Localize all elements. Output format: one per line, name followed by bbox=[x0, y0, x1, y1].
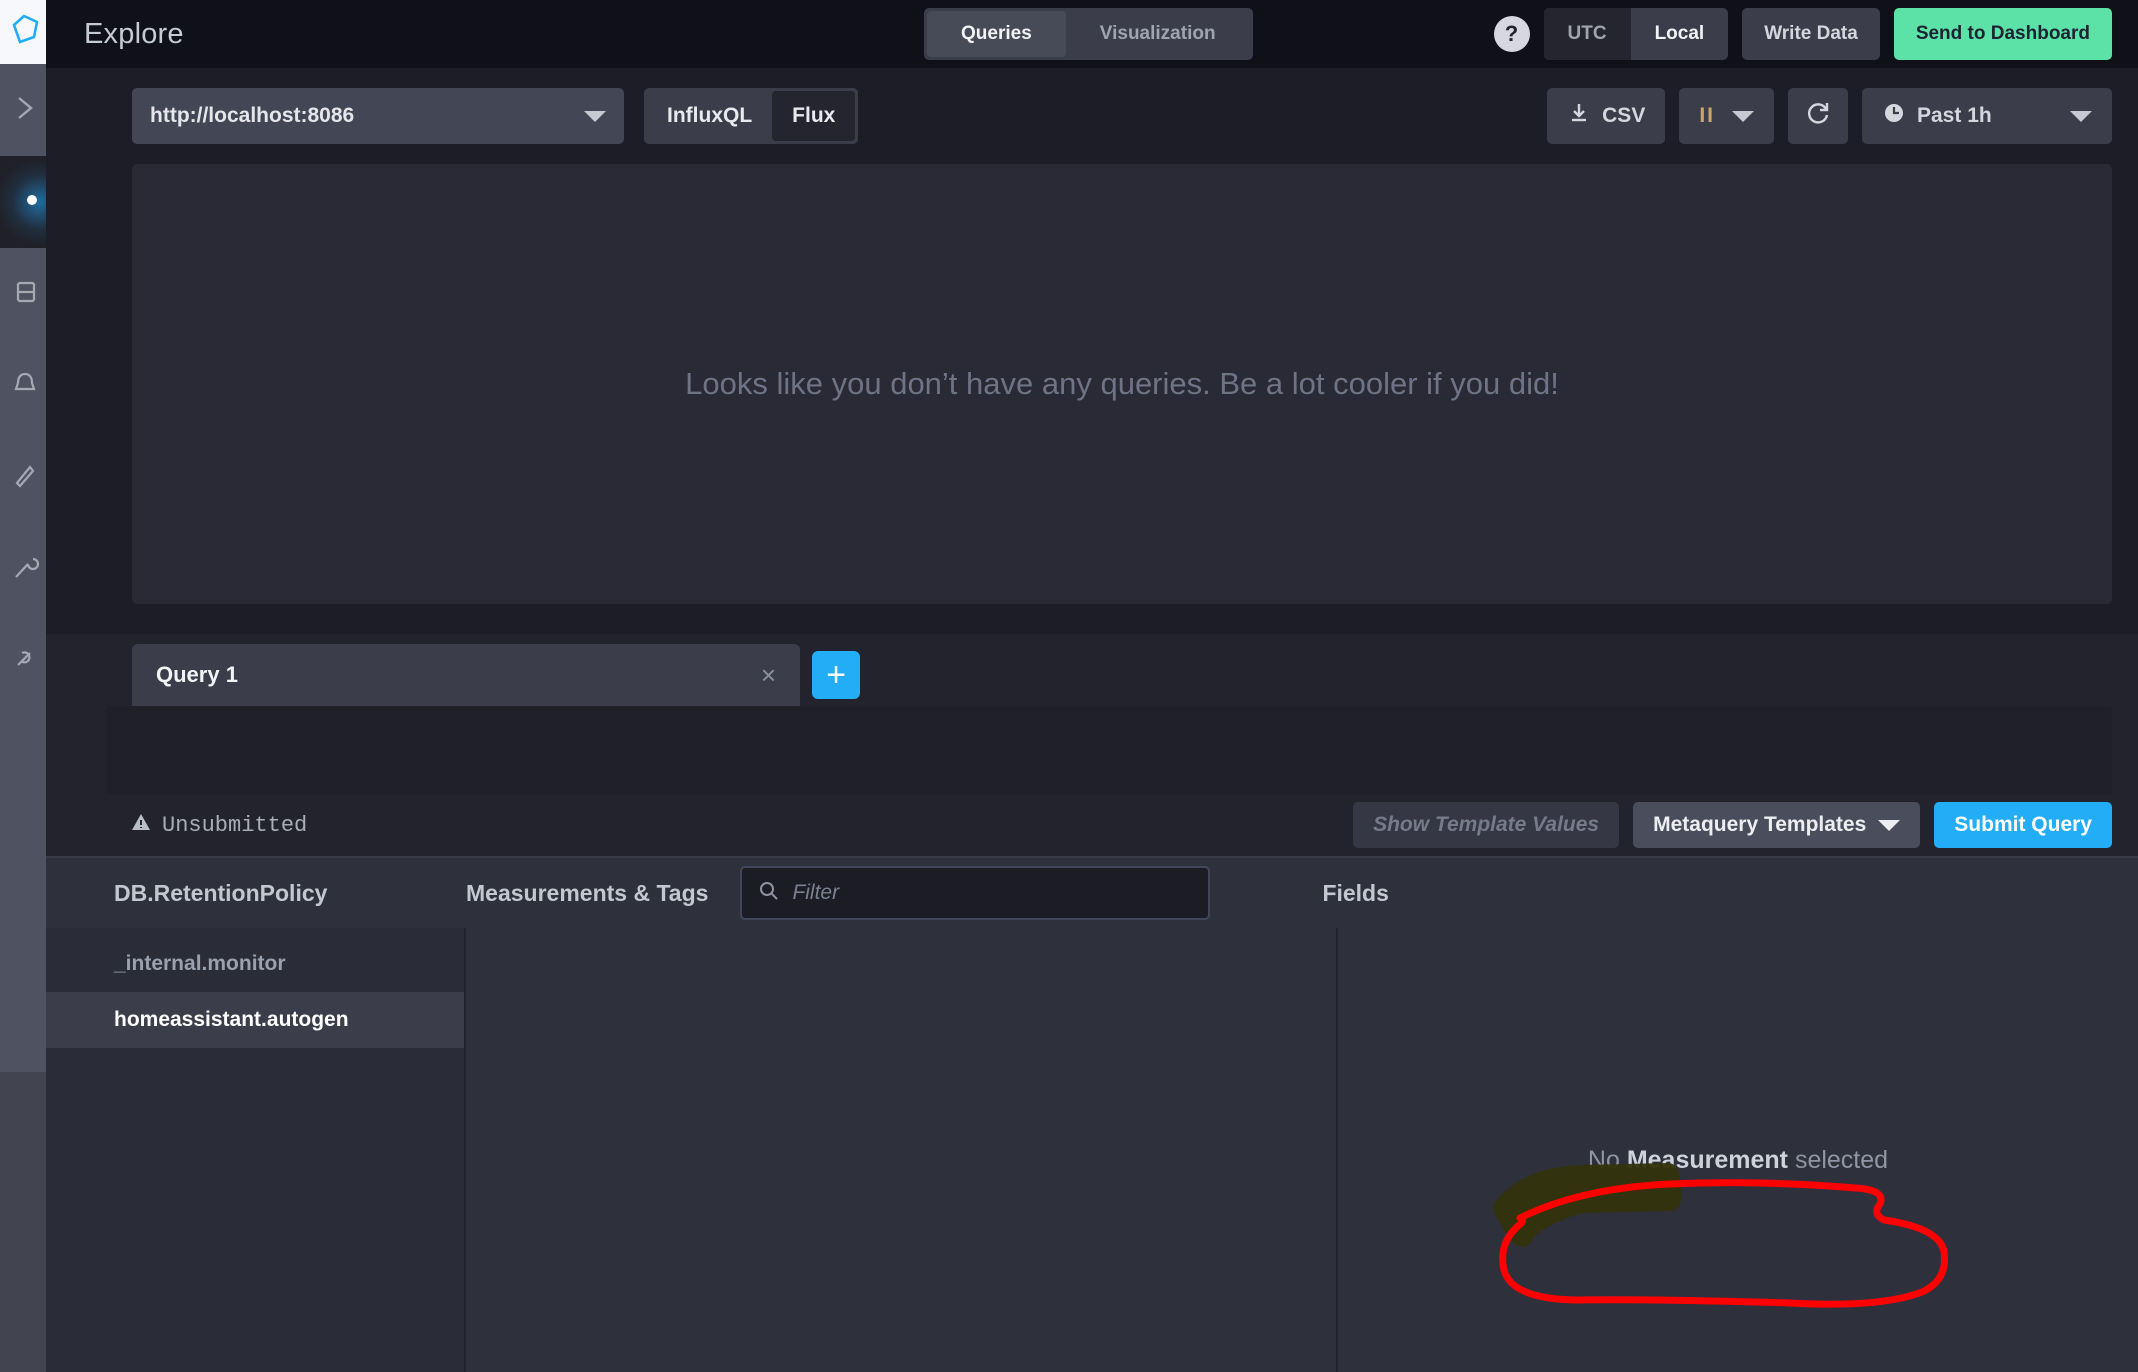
time-range-label: Past 1h bbox=[1917, 104, 1992, 128]
chevron-down-icon bbox=[1878, 820, 1900, 831]
sidebar-item-dashboards[interactable] bbox=[0, 248, 46, 340]
sidebar-item-logs[interactable] bbox=[0, 432, 46, 524]
query-tab-label: Query 1 bbox=[156, 662, 238, 688]
refresh-button[interactable] bbox=[1788, 88, 1848, 144]
fields-empty-suffix: selected bbox=[1788, 1146, 1888, 1174]
download-icon bbox=[1567, 101, 1591, 131]
query-tab[interactable]: Query 1 × bbox=[132, 644, 800, 706]
graph-panel: Looks like you don’t have any queries. B… bbox=[132, 164, 2112, 604]
csv-label: CSV bbox=[1602, 104, 1645, 128]
sidebar-item-admin[interactable] bbox=[0, 524, 46, 616]
submit-query-button[interactable]: Submit Query bbox=[1934, 802, 2112, 848]
chevron-right-icon bbox=[10, 93, 40, 128]
query-editor-input[interactable] bbox=[106, 706, 2112, 794]
influx-logo-icon bbox=[8, 13, 42, 52]
tab-visualization[interactable]: Visualization bbox=[1066, 11, 1250, 57]
language-flux-button[interactable]: Flux bbox=[772, 91, 855, 141]
close-icon[interactable]: × bbox=[761, 660, 776, 691]
sidebar-item-status[interactable] bbox=[0, 64, 46, 156]
clock-icon bbox=[1882, 101, 1906, 131]
source-dropdown[interactable]: http://localhost:8086 bbox=[132, 88, 624, 144]
graph-icon bbox=[10, 185, 40, 220]
timezone-utc-button[interactable]: UTC bbox=[1544, 8, 1631, 60]
sidebar bbox=[0, 0, 46, 1372]
bell-icon bbox=[10, 369, 40, 404]
metaquery-templates-dropdown[interactable]: Metaquery Templates bbox=[1633, 802, 1920, 848]
measurements-list bbox=[466, 928, 1338, 1372]
time-range-dropdown[interactable]: Past 1h bbox=[1862, 88, 2112, 144]
source-dropdown-label: http://localhost:8086 bbox=[150, 104, 354, 128]
visualization-toolbar: http://localhost:8086 InfluxQL Flux CSV bbox=[46, 68, 2138, 164]
metaquery-templates-label: Metaquery Templates bbox=[1653, 813, 1866, 837]
fields-empty-message: No Measurement selected bbox=[1588, 1146, 1888, 1175]
header-actions: ? UTC Local Write Data Send to Dashboard bbox=[1494, 8, 2113, 60]
search-icon bbox=[758, 880, 780, 907]
sidebar-item-configuration[interactable] bbox=[0, 616, 46, 708]
show-template-values-button[interactable]: Show Template Values bbox=[1353, 802, 1619, 848]
schema-column-headers: DB.RetentionPolicy Measurements & Tags F… bbox=[46, 856, 2138, 928]
dashboard-icon bbox=[10, 277, 40, 312]
chevron-down-icon bbox=[1732, 111, 1754, 122]
query-editor-wrapper: Unsubmitted Show Template Values Metaque… bbox=[106, 706, 2112, 856]
refresh-icon bbox=[1804, 99, 1832, 133]
main-content: Explore Queries Visualization ? UTC Loca… bbox=[46, 0, 2138, 1372]
sidebar-spacer bbox=[0, 708, 46, 1072]
column-header-measurements: Measurements & Tags bbox=[466, 880, 708, 907]
query-status-label: Unsubmitted bbox=[162, 813, 307, 838]
help-icon[interactable]: ? bbox=[1494, 16, 1530, 52]
column-header-db: DB.RetentionPolicy bbox=[114, 880, 466, 907]
list-item[interactable]: _internal.monitor bbox=[46, 936, 464, 992]
query-status: Unsubmitted bbox=[130, 811, 307, 840]
tab-queries[interactable]: Queries bbox=[927, 11, 1066, 57]
visualization-region: http://localhost:8086 InfluxQL Flux CSV bbox=[46, 68, 2138, 634]
fields-empty-prefix: No bbox=[1588, 1146, 1627, 1174]
database-list: _internal.monitor homeassistant.autogen bbox=[46, 928, 466, 1372]
fields-empty-bold: Measurement bbox=[1627, 1146, 1788, 1174]
query-region: Query 1 × + Unsubmitted Show Template Va… bbox=[46, 634, 2138, 1372]
sidebar-item-explore[interactable] bbox=[0, 156, 46, 248]
query-actions: Show Template Values Metaquery Templates… bbox=[1353, 802, 2112, 848]
wrench-icon bbox=[10, 553, 40, 588]
send-to-dashboard-button[interactable]: Send to Dashboard bbox=[1894, 8, 2112, 60]
view-mode-switcher: Queries Visualization bbox=[924, 8, 1253, 60]
chevron-down-icon bbox=[584, 111, 606, 122]
view-mode-segmented-control: Queries Visualization bbox=[924, 8, 1253, 60]
query-tab-bar: Query 1 × + bbox=[46, 634, 2138, 706]
language-influxql-button[interactable]: InfluxQL bbox=[647, 91, 772, 141]
chevron-down-icon bbox=[2070, 111, 2092, 122]
pause-icon: II bbox=[1699, 104, 1715, 128]
list-item[interactable]: homeassistant.autogen bbox=[46, 992, 464, 1048]
timezone-toggle: UTC Local bbox=[1544, 8, 1729, 60]
visualization-toolbar-actions: CSV II Past 1h bbox=[1547, 88, 2112, 144]
schema-columns-body: _internal.monitor homeassistant.autogen … bbox=[46, 928, 2138, 1372]
cog-icon bbox=[10, 645, 40, 680]
timezone-local-button[interactable]: Local bbox=[1631, 8, 1729, 60]
csv-download-button[interactable]: CSV bbox=[1547, 88, 1665, 144]
measurement-filter[interactable] bbox=[740, 866, 1210, 920]
warning-icon bbox=[130, 811, 152, 840]
graph-empty-message: Looks like you don’t have any queries. B… bbox=[685, 366, 1559, 402]
sidebar-footer bbox=[0, 1072, 46, 1372]
fields-panel: No Measurement selected bbox=[1338, 928, 2138, 1372]
page-header: Explore Queries Visualization ? UTC Loca… bbox=[46, 0, 2138, 68]
page-title: Explore bbox=[84, 18, 184, 51]
sidebar-item-alerting[interactable] bbox=[0, 340, 46, 432]
logs-icon bbox=[10, 461, 40, 496]
sidebar-item-logo[interactable] bbox=[0, 0, 46, 64]
query-language-toggle: InfluxQL Flux bbox=[644, 88, 858, 144]
query-status-row: Unsubmitted Show Template Values Metaque… bbox=[106, 794, 2112, 856]
explore-page: Explore Queries Visualization ? UTC Loca… bbox=[0, 0, 2138, 1372]
measurement-filter-input[interactable] bbox=[792, 881, 1192, 905]
write-data-button[interactable]: Write Data bbox=[1742, 8, 1880, 60]
add-query-button[interactable]: + bbox=[812, 651, 860, 699]
column-header-fields: Fields bbox=[1322, 880, 1388, 907]
auto-refresh-pause-button[interactable]: II bbox=[1679, 88, 1774, 144]
